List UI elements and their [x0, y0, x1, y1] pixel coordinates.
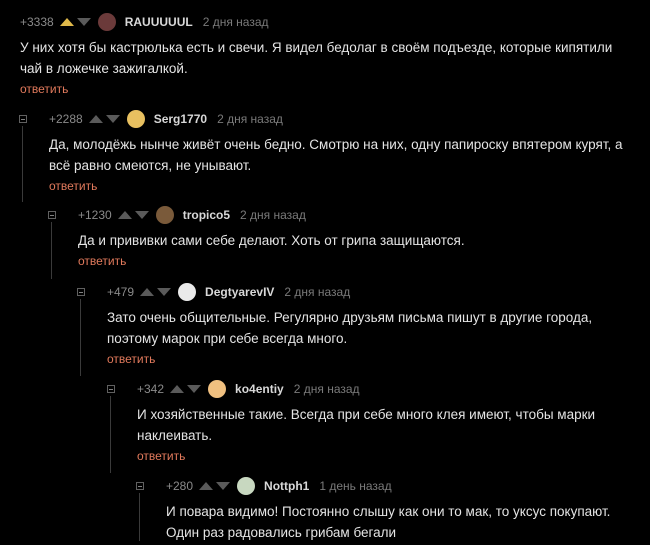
comment-text: Зато очень общительные. Регулярно друзья… [107, 307, 592, 349]
avatar[interactable] [155, 206, 174, 224]
avatar[interactable] [178, 283, 197, 301]
comment-rating: +3338 [20, 15, 54, 29]
username-link[interactable]: Serg1770 [154, 112, 207, 126]
username-link[interactable]: Nottph1 [264, 479, 309, 493]
comment-timestamp[interactable]: 1 день назад [319, 479, 391, 493]
comment-text-line: поэтому марок при себе всегда много. [107, 331, 348, 346]
comment-header: +280 Nottph1 1 день назад [166, 477, 392, 495]
downvote-icon[interactable] [187, 385, 202, 393]
comment-text: И хозяйственные такие. Всегда при себе м… [137, 404, 595, 446]
reply-link[interactable]: ответить [137, 449, 185, 463]
reply-link[interactable]: ответить [49, 179, 97, 193]
comment-timestamp[interactable]: 2 дня назад [284, 285, 350, 299]
upvote-icon[interactable] [88, 115, 103, 123]
comment-text-line: У них хотя бы кастрюлька есть и свечи. Я… [20, 40, 613, 55]
upvote-icon[interactable] [140, 288, 155, 296]
username-link[interactable]: ko4entiy [235, 382, 284, 396]
comment-text-line: всё равно смеются, не унывают. [49, 158, 252, 173]
comment-rating: +342 [137, 382, 165, 396]
comment-header: +479 DegtyarevIV 2 дня назад [107, 283, 350, 301]
downvote-icon[interactable] [134, 211, 149, 219]
comment-timestamp[interactable]: 2 дня назад [203, 15, 269, 29]
username-link[interactable]: tropico5 [183, 208, 230, 222]
downvote-icon[interactable] [216, 482, 231, 490]
thread-line[interactable] [110, 396, 111, 473]
upvote-icon[interactable] [170, 385, 185, 393]
avatar[interactable] [237, 477, 256, 495]
collapse-toggle[interactable] [77, 288, 85, 296]
thread-line[interactable] [139, 493, 140, 541]
thread-line[interactable] [22, 126, 23, 202]
comment-timestamp[interactable]: 2 дня назад [217, 112, 283, 126]
thread-line[interactable] [80, 299, 81, 376]
collapse-toggle[interactable] [136, 482, 144, 490]
comment-timestamp[interactable]: 2 дня назад [240, 208, 306, 222]
collapse-toggle[interactable] [107, 385, 115, 393]
downvote-icon[interactable] [105, 115, 120, 123]
comment-text: Да, молодёжь нынче живёт очень бедно. См… [49, 134, 623, 176]
comment-text-line: Да и прививки сами себе делают. Хоть от … [78, 233, 465, 248]
comment-header: +342 ko4entiy 2 дня назад [137, 380, 360, 398]
comment-text-line: Один раз радовались грибам бегали [166, 525, 397, 540]
comment-text-line: Да, молодёжь нынче живёт очень бедно. См… [49, 137, 623, 152]
avatar[interactable] [126, 110, 145, 128]
downvote-icon[interactable] [76, 18, 91, 26]
upvote-icon[interactable] [117, 211, 132, 219]
comment-text-line: И хозяйственные такие. Всегда при себе м… [137, 407, 596, 422]
comment-text-line: чай в ложечке зажигалкой. [20, 61, 188, 76]
comment-text-line: И повара видимо! Постоянно слышу как они… [166, 504, 611, 519]
upvote-icon[interactable] [199, 482, 214, 490]
collapse-toggle[interactable] [19, 115, 27, 123]
comment-header: +3338 RAUUUUUL 2 дня назад [20, 13, 269, 31]
comment-timestamp[interactable]: 2 дня назад [294, 382, 360, 396]
avatar[interactable] [208, 380, 227, 398]
comment-rating: +1230 [78, 208, 112, 222]
comment-text: Да и прививки сами себе делают. Хоть от … [78, 230, 465, 251]
reply-link[interactable]: ответить [78, 254, 126, 268]
comment-rating: +2288 [49, 112, 83, 126]
reply-link[interactable]: ответить [20, 82, 68, 96]
thread-line[interactable] [51, 222, 52, 279]
comment-header: +1230 tropico5 2 дня назад [78, 206, 306, 224]
comment-rating: +479 [107, 285, 135, 299]
username-link[interactable]: RAUUUUUL [125, 15, 193, 29]
collapse-toggle[interactable] [48, 211, 56, 219]
comment-header: +2288 Serg1770 2 дня назад [49, 110, 283, 128]
upvote-icon[interactable] [59, 18, 74, 26]
reply-link[interactable]: ответить [107, 352, 155, 366]
avatar[interactable] [97, 13, 116, 31]
comment-text-line: Зато очень общительные. Регулярно друзья… [107, 310, 593, 325]
comment-text: И повара видимо! Постоянно слышу как они… [166, 501, 610, 543]
username-link[interactable]: DegtyarevIV [205, 285, 274, 299]
comment-rating: +280 [166, 479, 194, 493]
comment-text: У них хотя бы кастрюлька есть и свечи. Я… [20, 37, 612, 79]
downvote-icon[interactable] [157, 288, 172, 296]
comment-text-line: наклеивать. [137, 428, 213, 443]
